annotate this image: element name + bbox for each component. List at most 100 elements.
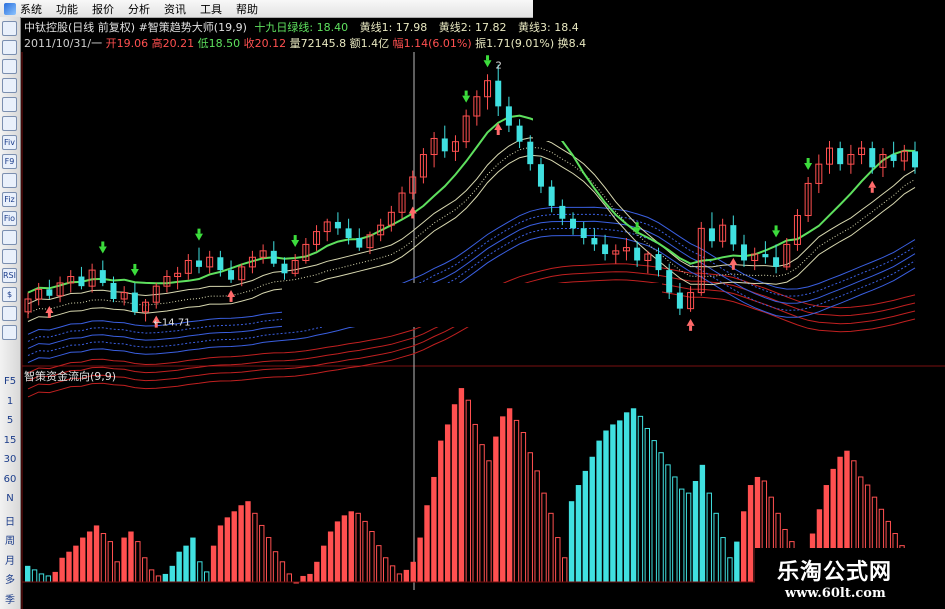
- amount-value: 额1.4亿: [349, 37, 390, 50]
- candle-body-down: [516, 125, 523, 142]
- candle-body-down: [495, 80, 502, 107]
- money-flow-bar: [52, 571, 58, 582]
- money-flow-bar: [272, 551, 279, 583]
- money-flow-bar: [142, 557, 148, 583]
- money-flow-bar: [541, 492, 547, 583]
- money-flow-bar: [575, 485, 582, 582]
- sell-signal-arrow: [130, 268, 139, 276]
- money-flow-bar: [265, 537, 272, 583]
- money-flow-bar: [327, 531, 334, 582]
- buy-signal-arrow: [227, 289, 236, 297]
- amplitude-value: 振1.71(9.01%): [475, 37, 555, 50]
- money-flow-bar: [135, 541, 141, 583]
- money-flow-bar: [238, 505, 244, 582]
- money-flow-bar: [362, 520, 368, 583]
- money-flow-bar: [80, 537, 86, 582]
- money-flow-bar: [727, 557, 733, 583]
- money-flow-bar: [169, 565, 175, 582]
- money-flow-bar: [596, 440, 602, 582]
- candle-body-down: [334, 221, 341, 229]
- money-flow-bar: [610, 424, 616, 582]
- money-flow-bar: [217, 525, 224, 582]
- candle-body-down: [762, 254, 769, 258]
- yellow-line-1: [27, 137, 916, 305]
- money-flow-bar: [114, 561, 120, 583]
- buy-signal-arrow-stem: [47, 313, 51, 318]
- sell-signal-arrow: [291, 240, 300, 248]
- money-flow-bar: [644, 427, 650, 583]
- candle-body-down: [708, 228, 715, 242]
- money-flow-bar: [734, 541, 740, 582]
- sell-signal-arrow-stem: [101, 241, 105, 247]
- money-flow-bar: [162, 573, 169, 582]
- money-flow-bar: [623, 412, 630, 582]
- money-flow-bar: [107, 541, 114, 583]
- money-flow-bar: [176, 551, 182, 582]
- buy-signal-arrow: [45, 306, 54, 313]
- buy-signal-arrow: [686, 318, 695, 326]
- money-flow-bar: [672, 476, 678, 583]
- money-flow-bar: [465, 399, 472, 583]
- money-flow-bar: [38, 573, 45, 583]
- money-flow-bar: [692, 481, 699, 582]
- money-flow-bar: [493, 436, 499, 582]
- candle-body-down: [869, 148, 876, 168]
- stock-chart[interactable]: ←14.71 2: [0, 0, 945, 609]
- candle-body-down: [666, 270, 673, 293]
- candle-body-down: [131, 292, 138, 312]
- low-price: 低18.50: [197, 37, 241, 50]
- money-flow-bar: [424, 505, 430, 582]
- money-flow-bar: [341, 515, 348, 582]
- money-flow-bar: [148, 569, 155, 583]
- high-price-label: 2: [496, 61, 502, 72]
- lower-panel-title: 智策资金流向(9,9): [24, 370, 117, 383]
- candle-body-down: [591, 238, 598, 245]
- money-flow-bar: [472, 423, 478, 583]
- green-19-day-line: [27, 114, 916, 294]
- candle-body-down: [741, 244, 748, 261]
- sell-signal-arrow-stem: [197, 228, 201, 234]
- buy-signal-arrow: [868, 180, 877, 188]
- candle-body-down: [559, 205, 566, 219]
- money-flow-bar: [617, 420, 623, 582]
- sell-signal-arrow-stem: [486, 55, 490, 61]
- watermark-title: 乐淘公式网: [777, 560, 893, 585]
- candle-body-down: [890, 154, 897, 161]
- money-flow-bar: [713, 512, 719, 583]
- money-flow-bar: [417, 537, 423, 582]
- sell-signal-arrow-stem: [464, 90, 468, 96]
- money-flow-bar: [665, 464, 671, 583]
- money-flow-bar: [658, 452, 664, 583]
- money-flow-bar: [431, 476, 437, 582]
- money-flow-bar: [555, 537, 561, 583]
- header-line-2: 2011/10/31/一 开19.06 高20.21 低18.50 收20.12…: [24, 35, 586, 51]
- candle-body-down: [730, 225, 737, 245]
- money-flow-bar: [410, 561, 416, 582]
- money-flow-bar: [451, 404, 458, 582]
- money-flow-bar: [651, 440, 657, 583]
- buy-signal-arrow-stem: [496, 130, 500, 135]
- money-flow-bar: [231, 511, 237, 582]
- money-flow-bar: [183, 545, 189, 582]
- buy-signal-arrow-stem: [870, 187, 874, 193]
- money-flow-bar: [568, 501, 575, 582]
- money-flow-bar: [66, 551, 72, 582]
- sell-signal-arrow-stem: [133, 263, 137, 269]
- candle-body-down: [602, 244, 609, 255]
- money-flow-bar: [527, 452, 533, 583]
- money-flow-bar: [679, 488, 685, 583]
- turnover-value: 换8.4: [557, 37, 587, 50]
- sell-signal-arrow: [483, 60, 492, 68]
- occlusion-patch: [282, 283, 662, 327]
- candle-body-down: [345, 228, 352, 238]
- candle-body-down: [837, 148, 844, 165]
- candle-body-down: [580, 228, 587, 238]
- money-flow-bar: [548, 512, 554, 583]
- money-flow-bar: [747, 485, 754, 582]
- sell-signal-arrow: [772, 230, 781, 238]
- watermark: 乐淘公式网 www.60lt.com: [755, 548, 945, 609]
- candle-body-down: [99, 270, 106, 283]
- money-flow-bar: [355, 512, 361, 583]
- candle-body-down: [195, 260, 202, 267]
- money-flow-bar: [348, 511, 354, 582]
